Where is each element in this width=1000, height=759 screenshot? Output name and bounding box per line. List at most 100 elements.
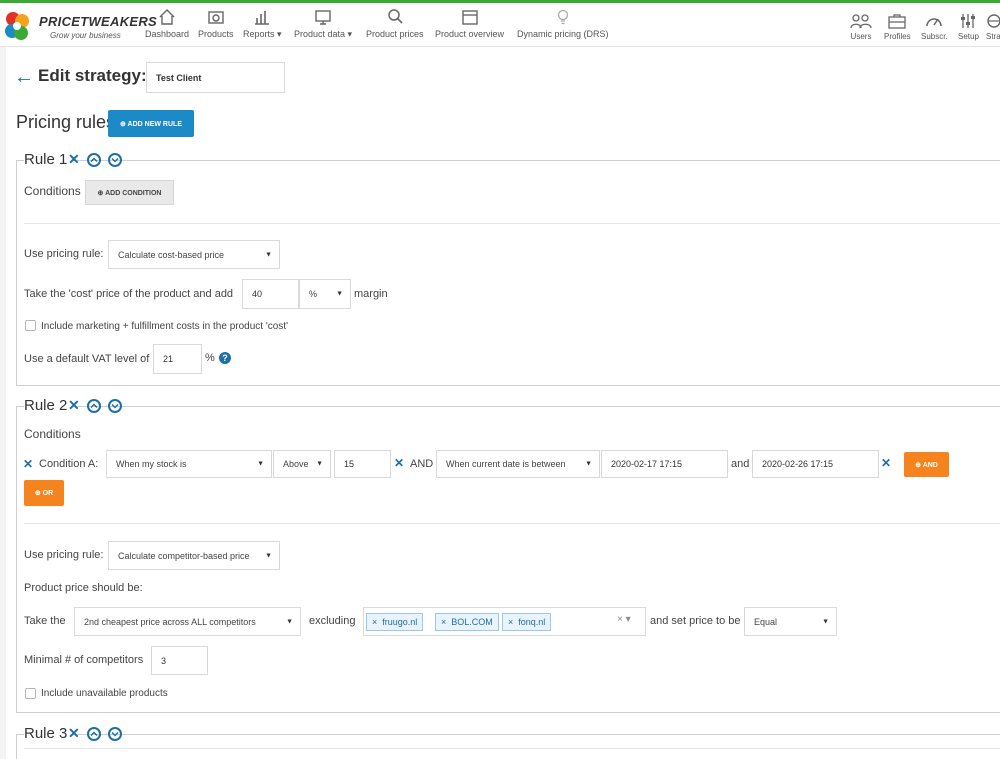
nav-setup[interactable]: Setup — [958, 13, 979, 41]
nav-strategy[interactable]: Stra — [986, 13, 1000, 41]
calendar-icon — [461, 10, 478, 25]
include-unavailable-checkbox[interactable] — [25, 688, 36, 699]
nav-product-overview[interactable]: Product overview — [435, 8, 504, 44]
min-competitors-input[interactable]: 3 — [151, 646, 208, 675]
rule2-move-up-icon[interactable] — [87, 399, 101, 413]
page-title: Edit strategy: — [38, 66, 147, 85]
rule3-move-up-icon[interactable] — [87, 727, 101, 741]
nav-product-data[interactable]: Product data ▾ — [294, 8, 352, 44]
date-condition-select[interactable]: When current date is between ▼ — [436, 450, 600, 478]
rule2-pricing-rule-select[interactable]: Calculate competitor-based price ▼ — [108, 541, 280, 570]
excluding-label: excluding — [309, 615, 356, 627]
select-value: When current date is between — [446, 459, 566, 469]
condition-field-select[interactable]: When my stock is ▼ — [106, 450, 272, 478]
brand-name[interactable]: PRICETWEAKERS — [39, 14, 157, 29]
set-price-select[interactable]: Equal ▼ — [744, 607, 837, 636]
bulb-icon — [557, 9, 568, 25]
rule3-label: Rule 3 — [24, 725, 72, 742]
date-to-input[interactable]: 2020-02-26 17:15 — [752, 450, 879, 478]
rule3-move-down-icon[interactable] — [108, 727, 122, 741]
top-navigation-bar: PRICETWEAKERS Grow your business Dashboa… — [0, 3, 1000, 47]
include-costs-checkbox[interactable] — [25, 320, 36, 331]
speedometer-icon — [926, 18, 943, 27]
margin-input[interactable]: 40 — [242, 279, 299, 309]
nav-label: Products — [198, 29, 234, 39]
add-or-condition-button[interactable]: ⊕ OR — [24, 480, 64, 506]
add-and-condition-button[interactable]: ⊕ AND — [904, 452, 949, 477]
stock-value-input[interactable]: 15 — [334, 450, 391, 478]
camera-icon — [208, 11, 224, 24]
add-new-rule-button[interactable]: ⊕ ADD NEW RULE — [108, 110, 194, 137]
nav-dashboard[interactable]: Dashboard — [145, 8, 189, 44]
tag-label: fonq.nl — [518, 617, 546, 627]
vat-unit: % — [205, 352, 215, 364]
rule1-delete-icon[interactable]: ✕ — [68, 151, 80, 168]
rule2-separator — [24, 523, 1000, 524]
rule1-pricing-rule-select[interactable]: Calculate cost-based price ▼ — [108, 240, 280, 269]
users-icon — [850, 14, 872, 29]
add-condition-button[interactable]: ⊕ ADD CONDITION — [85, 180, 174, 205]
tag-remove-icon[interactable]: × — [372, 617, 377, 627]
select-value: 2nd cheapest price across ALL competitor… — [84, 616, 256, 627]
select-value: Calculate competitor-based price — [118, 550, 250, 561]
rule2-border-top — [16, 406, 1000, 407]
condition-a-delete-icon[interactable]: ✕ — [23, 457, 33, 471]
date-condition-remove-icon[interactable]: ✕ — [881, 456, 891, 470]
rule1-border-top — [16, 160, 1000, 161]
dropdown-arrow-icon: ▼ — [585, 460, 592, 468]
rule1-border-bottom — [16, 385, 1000, 386]
rule2-move-down-icon[interactable] — [108, 399, 122, 413]
nav-product-prices[interactable]: Product prices — [366, 8, 424, 44]
clear-tags-icon[interactable]: × ▾ — [617, 614, 631, 625]
excluded-tag[interactable]: × BOL.COM — [435, 613, 499, 631]
rule2-border-left — [16, 406, 17, 712]
select-value: Equal — [754, 616, 778, 627]
pricing-rules-heading: Pricing rules — [16, 112, 116, 132]
help-icon[interactable]: ? — [219, 352, 231, 364]
rule1-move-down-icon[interactable] — [108, 153, 122, 167]
nav-dynamic-pricing[interactable]: Dynamic pricing (DRS) — [517, 8, 609, 44]
include-costs-label: Include marketing + fulfillment costs in… — [41, 321, 288, 332]
condition-remove-icon[interactable]: ✕ — [394, 456, 404, 470]
nav-products[interactable]: Products — [198, 8, 234, 44]
excluded-tag[interactable]: × fruugo.nl — [366, 613, 424, 631]
client-name-input[interactable]: Test Client — [146, 62, 285, 93]
rule3-border-top — [16, 734, 1000, 735]
rule1-move-up-icon[interactable] — [87, 153, 101, 167]
select-value: % — [309, 289, 318, 299]
tag-remove-icon[interactable]: × — [441, 617, 446, 627]
rule3-separator — [24, 748, 1000, 749]
margin-suffix: margin — [354, 288, 388, 300]
tag-remove-icon[interactable]: × — [508, 617, 513, 627]
rule2-use-rule-label: Use pricing rule: — [24, 549, 104, 561]
competitor-price-select[interactable]: 2nd cheapest price across ALL competitor… — [74, 607, 301, 636]
select-value: Calculate cost-based price — [118, 249, 225, 260]
select-value: When my stock is — [116, 459, 187, 469]
nav-subscription[interactable]: Subscr. — [921, 13, 948, 41]
nav-reports[interactable]: Reports ▾ — [243, 8, 282, 44]
rule2-label: Rule 2 — [24, 397, 72, 414]
rule1-conditions-label: Conditions — [24, 184, 81, 198]
nav-label: Product overview — [435, 29, 505, 39]
vat-input[interactable]: 21 — [153, 344, 202, 374]
set-price-label: and set price to be — [650, 615, 741, 627]
dropdown-arrow-icon: ▼ — [822, 618, 829, 625]
bar-chart-icon — [255, 11, 270, 25]
nav-users[interactable]: Users — [850, 13, 872, 41]
min-competitors-label: Minimal # of competitors — [24, 654, 144, 666]
nav-profiles[interactable]: Profiles — [884, 13, 911, 41]
rule1-use-rule-label: Use pricing rule: — [24, 248, 104, 260]
rule2-delete-icon[interactable]: ✕ — [68, 397, 80, 414]
condition-operator-select[interactable]: Above ▼ — [273, 450, 331, 478]
back-arrow-icon[interactable]: ← — [14, 66, 34, 89]
margin-unit-select[interactable]: % ▼ — [299, 279, 351, 309]
date-from-input[interactable]: 2020-02-17 17:15 — [601, 450, 728, 478]
rule3-delete-icon[interactable]: ✕ — [68, 725, 80, 742]
excluded-tag[interactable]: × fonq.nl — [502, 613, 552, 631]
and-label: AND — [410, 458, 434, 470]
home-icon — [159, 9, 175, 25]
monitor-icon — [315, 10, 331, 25]
dropdown-arrow-icon: ▼ — [336, 290, 343, 298]
nav-label: Dynamic pricing (DRS) — [517, 29, 609, 39]
rule2-conditions-label: Conditions — [24, 427, 81, 441]
